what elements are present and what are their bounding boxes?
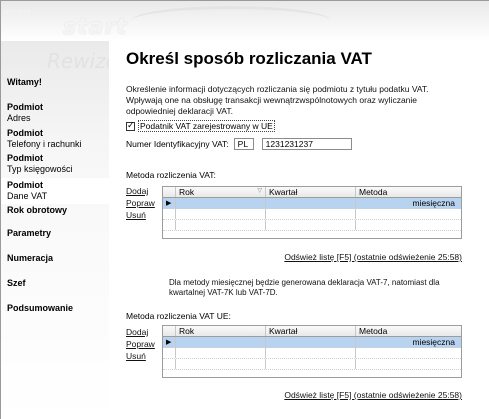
sidebar-item-sublabel: Adres <box>7 113 31 123</box>
vat-ue-method-actions: Dodaj Popraw Usuń <box>126 326 155 362</box>
sidebar-item-label: Parametry <box>7 228 52 238</box>
vat-ue-method-table[interactable]: Rok Kwartał Metoda ▶ miesięczna <box>162 325 462 378</box>
cell-kwartal[interactable] <box>266 337 356 347</box>
sidebar-item-numeracja[interactable]: Numeracja <box>1 253 109 264</box>
sidebar-item-szef[interactable]: Szef <box>1 278 109 289</box>
sidebar-item-sublabel: Telefony i rachunki <box>7 139 82 149</box>
brand-logo: start <box>63 15 128 40</box>
vat-eu-checkbox-label[interactable]: Podatnik VAT zarejestrowany w UE <box>138 120 275 132</box>
vat-ue-method-label: Metoda rozliczenia VAT UE: <box>126 311 231 321</box>
cell-metoda[interactable]: miesięczna <box>356 198 461 208</box>
table-header: Rok ▽ Kwartał Metoda <box>163 187 461 198</box>
sidebar-item-dane-vat[interactable]: Podmiot Dane VAT <box>1 178 109 204</box>
table-row-empty <box>163 348 461 359</box>
sidebar-item-adres[interactable]: Podmiot Adres <box>1 102 109 124</box>
sidebar-item-sublabel: Typ księgowości <box>7 164 73 174</box>
vat-number-field[interactable]: 1231231237 <box>261 138 352 150</box>
vat-method-table[interactable]: Rok ▽ Kwartał Metoda ▶ miesięczna <box>162 186 462 239</box>
sidebar-item-label: Rok obrotowy <box>7 205 67 215</box>
table-row[interactable]: ▶ miesięczna <box>163 337 461 348</box>
edit-button[interactable]: Popraw <box>126 338 155 350</box>
table-row-empty <box>163 209 461 220</box>
app-window: insert start Rewizor Witamy! Podmiot Adr… <box>0 0 489 419</box>
sidebar-item-label: Podsumowanie <box>7 303 74 313</box>
column-header-kwartal[interactable]: Kwartał <box>266 326 356 336</box>
refresh-link[interactable]: Odśwież listę [F5] (ostatnie odświeżenie… <box>284 252 462 262</box>
column-header-metoda[interactable]: Metoda <box>356 187 461 197</box>
column-header-rok[interactable]: Rok ▽ <box>176 187 266 197</box>
header-corner <box>163 187 176 197</box>
column-header-rok[interactable]: Rok <box>176 326 266 336</box>
sidebar-item-rok-obrotowy[interactable]: Rok obrotowy <box>1 205 109 216</box>
header-swoosh <box>131 6 331 36</box>
column-header-label: Rok <box>179 187 195 197</box>
cell-rok[interactable] <box>176 198 266 208</box>
sidebar-item-label: Szef <box>7 278 26 288</box>
header-corner <box>163 326 176 336</box>
header-banner: insert start <box>1 1 489 41</box>
vat-method-actions: Dodaj Popraw Usuń <box>126 185 155 221</box>
sidebar-item-witamy[interactable]: Witamy! <box>1 77 109 88</box>
table-row[interactable]: ▶ miesięczna <box>163 198 461 209</box>
sidebar-item-label: Podmiot <box>7 153 43 163</box>
vat-method-label: Metoda rozliczenia VAT: <box>126 170 216 180</box>
sidebar-item-label: Witamy! <box>7 77 42 87</box>
cell-metoda[interactable]: miesięczna <box>356 337 461 347</box>
vat-country-field[interactable]: PL <box>233 138 254 150</box>
row-pointer-icon: ▶ <box>163 337 176 347</box>
column-header-kwartal[interactable]: Kwartał <box>266 187 356 197</box>
table-header: Rok Kwartał Metoda <box>163 326 461 337</box>
delete-button[interactable]: Usuń <box>126 350 155 362</box>
main-panel: Określ sposób rozliczania VAT Określenie… <box>109 41 489 419</box>
sidebar-item-telefony[interactable]: Podmiot Telefony i rachunki <box>1 128 109 150</box>
page-description: Określenie informacji dotyczących rozlic… <box>126 84 429 116</box>
cell-kwartal[interactable] <box>266 198 356 208</box>
sidebar-item-label: Numeracja <box>7 253 54 263</box>
sidebar-item-typ-ksiegowosci[interactable]: Podmiot Typ księgowości <box>1 153 109 175</box>
add-button[interactable]: Dodaj <box>126 326 155 338</box>
edit-button[interactable]: Popraw <box>126 197 155 209</box>
vat-eu-checkbox-row[interactable]: Podatnik VAT zarejestrowany w UE <box>126 120 275 132</box>
page-title: Określ sposób rozliczania VAT <box>126 49 372 68</box>
table-row-empty <box>163 359 461 370</box>
sidebar-item-parametry[interactable]: Parametry <box>1 228 109 239</box>
row-pointer-icon: ▶ <box>163 198 176 208</box>
brand-sup-text: insert <box>3 7 31 18</box>
refresh-link[interactable]: Odśwież listę [F5] (ostatnie odświeżenie… <box>284 390 462 400</box>
sidebar-item-label: Podmiot <box>7 102 43 112</box>
add-button[interactable]: Dodaj <box>126 185 155 197</box>
sort-icon: ▽ <box>257 188 262 194</box>
sidebar-item-sublabel: Dane VAT <box>7 191 48 201</box>
delete-button[interactable]: Usuń <box>126 209 155 221</box>
sidebar-item-label: Podmiot <box>7 128 43 138</box>
sidebar-item-podsumowanie[interactable]: Podsumowanie <box>1 303 109 314</box>
sidebar-item-label: Podmiot <box>7 180 43 190</box>
sidebar: Rewizor Witamy! Podmiot Adres Podmiot Te… <box>1 41 126 419</box>
table-row-empty <box>163 220 461 231</box>
declaration-note: Dla metody miesięcznej będzie generowana… <box>169 278 440 297</box>
cell-rok[interactable] <box>176 337 266 347</box>
vat-id-row: Numer Identyfikacyjny VAT: PL 1231231237 <box>126 138 352 150</box>
checkbox-icon[interactable] <box>126 120 135 131</box>
column-header-metoda[interactable]: Metoda <box>356 326 461 336</box>
vat-id-label: Numer Identyfikacyjny VAT: <box>126 139 229 149</box>
